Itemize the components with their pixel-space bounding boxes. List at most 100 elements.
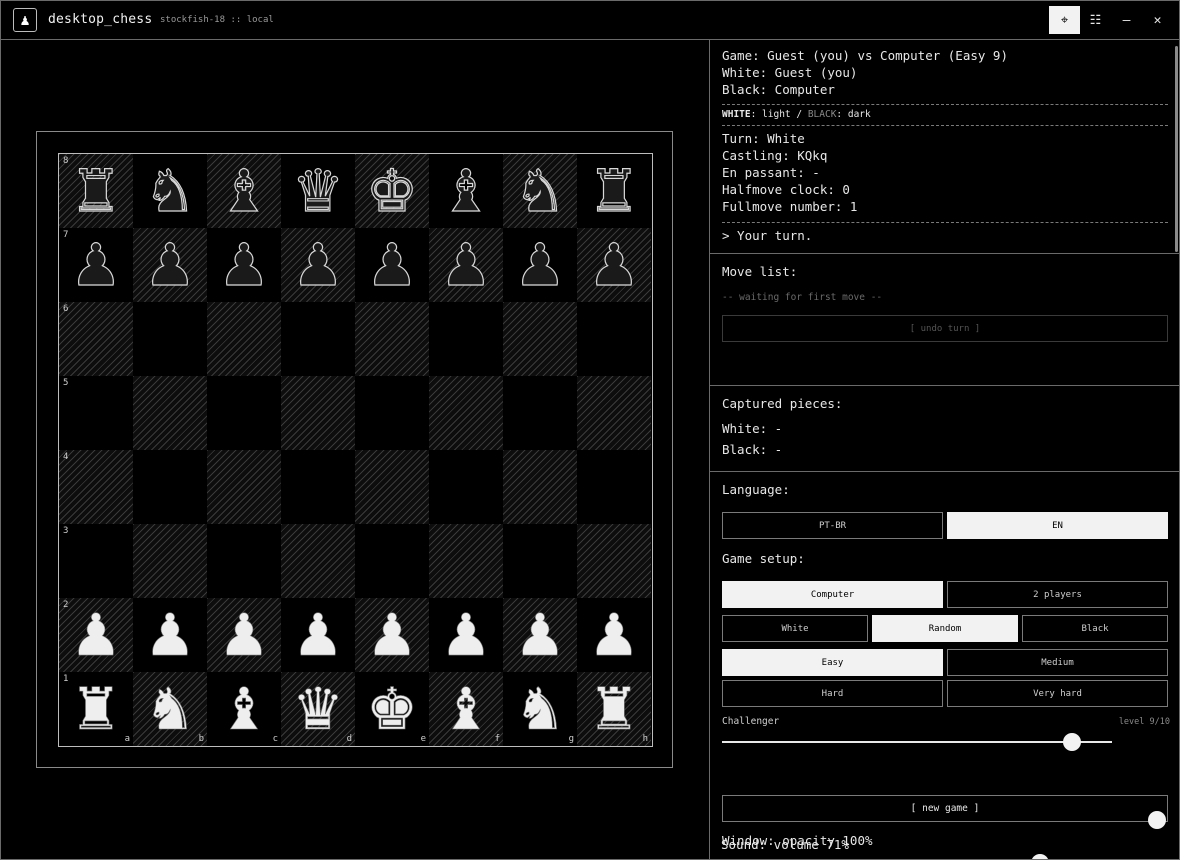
white-rook-piece[interactable]: ♜ bbox=[70, 680, 123, 739]
square-c6[interactable] bbox=[207, 302, 281, 376]
white-knight-piece[interactable]: ♞ bbox=[144, 680, 197, 739]
black-knight-piece[interactable]: ♞ bbox=[513, 161, 566, 220]
square-d6[interactable] bbox=[281, 302, 355, 376]
undo-turn-button[interactable]: [ undo turn ] bbox=[722, 315, 1168, 342]
white-pawn-piece[interactable]: ♟ bbox=[440, 606, 493, 665]
square-h4[interactable] bbox=[577, 450, 651, 524]
black-knight-piece[interactable]: ♞ bbox=[143, 161, 196, 220]
close-button[interactable]: ✕ bbox=[1142, 6, 1173, 34]
square-b7[interactable]: ♟ bbox=[133, 228, 207, 302]
menu-button[interactable]: ☷ bbox=[1080, 6, 1111, 34]
black-pawn-piece[interactable]: ♟ bbox=[217, 235, 270, 294]
white-knight-piece[interactable]: ♞ bbox=[514, 680, 567, 739]
minimize-button[interactable]: – bbox=[1111, 6, 1142, 34]
square-h7[interactable]: ♟ bbox=[577, 228, 651, 302]
opponent-computer-button[interactable]: Computer bbox=[722, 581, 943, 608]
side-black-button[interactable]: Black bbox=[1022, 615, 1168, 642]
black-queen-piece[interactable]: ♛ bbox=[291, 161, 344, 220]
white-pawn-piece[interactable]: ♟ bbox=[514, 606, 567, 665]
square-f1[interactable]: f ♝ bbox=[429, 672, 503, 746]
square-h8[interactable]: ♜ bbox=[577, 154, 651, 228]
square-h3[interactable] bbox=[577, 524, 651, 598]
square-a2[interactable]: 2 ♟ bbox=[59, 598, 133, 672]
black-pawn-piece[interactable]: ♟ bbox=[513, 235, 566, 294]
square-g3[interactable] bbox=[503, 524, 577, 598]
black-pawn-piece[interactable]: ♟ bbox=[587, 235, 640, 294]
level-slider-thumb[interactable] bbox=[1063, 733, 1081, 751]
square-e6[interactable] bbox=[355, 302, 429, 376]
square-b6[interactable] bbox=[133, 302, 207, 376]
square-g6[interactable] bbox=[503, 302, 577, 376]
white-pawn-piece[interactable]: ♟ bbox=[144, 606, 197, 665]
language-en-button[interactable]: EN bbox=[947, 512, 1168, 539]
square-c8[interactable]: ♝ bbox=[207, 154, 281, 228]
square-e3[interactable] bbox=[355, 524, 429, 598]
black-pawn-piece[interactable]: ♟ bbox=[365, 235, 418, 294]
white-queen-piece[interactable]: ♛ bbox=[292, 680, 345, 739]
square-d3[interactable] bbox=[281, 524, 355, 598]
black-pawn-piece[interactable]: ♟ bbox=[69, 235, 122, 294]
square-e8[interactable]: ♚ bbox=[355, 154, 429, 228]
square-e5[interactable] bbox=[355, 376, 429, 450]
square-f6[interactable] bbox=[429, 302, 503, 376]
square-e2[interactable]: ♟ bbox=[355, 598, 429, 672]
square-b4[interactable] bbox=[133, 450, 207, 524]
level-slider-track[interactable] bbox=[722, 741, 1112, 743]
square-g7[interactable]: ♟ bbox=[503, 228, 577, 302]
square-f2[interactable]: ♟ bbox=[429, 598, 503, 672]
difficulty-hard-button[interactable]: Hard bbox=[722, 680, 943, 707]
side-random-button[interactable]: Random bbox=[872, 615, 1018, 642]
square-a5[interactable]: 5 bbox=[59, 376, 133, 450]
panel-scrollbar[interactable] bbox=[1175, 46, 1178, 252]
white-pawn-piece[interactable]: ♟ bbox=[218, 606, 271, 665]
square-e4[interactable] bbox=[355, 450, 429, 524]
square-b8[interactable]: ♞ bbox=[133, 154, 207, 228]
chess-board[interactable]: 8 ♜ ♞ ♝ ♛ ♚ ♝ ♞ ♜ 7 ♟ ♟ ♟ ♟ ♟ ♟ ♟ ♟ 6 5 4 3 2 ♟ ♟ ♟ ♟ ♟ ♟ ♟ ♟ 1 a ♜ b ♞ c ♝ d ♛… bbox=[58, 153, 653, 747]
white-rook-piece[interactable]: ♜ bbox=[588, 680, 641, 739]
square-c3[interactable] bbox=[207, 524, 281, 598]
square-f5[interactable] bbox=[429, 376, 503, 450]
title-bar[interactable]: ♟ desktop_chess stockfish-18 :: local ⌖ … bbox=[1, 1, 1179, 40]
black-bishop-piece[interactable]: ♝ bbox=[439, 161, 492, 220]
black-king-piece[interactable]: ♚ bbox=[365, 161, 418, 220]
square-c2[interactable]: ♟ bbox=[207, 598, 281, 672]
square-d5[interactable] bbox=[281, 376, 355, 450]
black-pawn-piece[interactable]: ♟ bbox=[291, 235, 344, 294]
square-d2[interactable]: ♟ bbox=[281, 598, 355, 672]
black-bishop-piece[interactable]: ♝ bbox=[217, 161, 270, 220]
square-a6[interactable]: 6 bbox=[59, 302, 133, 376]
square-c4[interactable] bbox=[207, 450, 281, 524]
square-d8[interactable]: ♛ bbox=[281, 154, 355, 228]
square-a7[interactable]: 7 ♟ bbox=[59, 228, 133, 302]
side-white-button[interactable]: White bbox=[722, 615, 868, 642]
opacity-slider-thumb[interactable] bbox=[1148, 811, 1166, 829]
square-a4[interactable]: 4 bbox=[59, 450, 133, 524]
black-rook-piece[interactable]: ♜ bbox=[69, 161, 122, 220]
square-g2[interactable]: ♟ bbox=[503, 598, 577, 672]
square-e7[interactable]: ♟ bbox=[355, 228, 429, 302]
drag-move-button[interactable]: ⌖ bbox=[1049, 6, 1080, 34]
square-c5[interactable] bbox=[207, 376, 281, 450]
white-king-piece[interactable]: ♚ bbox=[366, 680, 419, 739]
square-h1[interactable]: h ♜ bbox=[577, 672, 651, 746]
square-a8[interactable]: 8 ♜ bbox=[59, 154, 133, 228]
square-g1[interactable]: g ♞ bbox=[503, 672, 577, 746]
square-b3[interactable] bbox=[133, 524, 207, 598]
black-rook-piece[interactable]: ♜ bbox=[587, 161, 640, 220]
square-a1[interactable]: 1 a ♜ bbox=[59, 672, 133, 746]
white-pawn-piece[interactable]: ♟ bbox=[588, 606, 641, 665]
square-d1[interactable]: d ♛ bbox=[281, 672, 355, 746]
square-a3[interactable]: 3 bbox=[59, 524, 133, 598]
square-e1[interactable]: e ♚ bbox=[355, 672, 429, 746]
black-pawn-piece[interactable]: ♟ bbox=[439, 235, 492, 294]
square-b5[interactable] bbox=[133, 376, 207, 450]
square-g8[interactable]: ♞ bbox=[503, 154, 577, 228]
square-b1[interactable]: b ♞ bbox=[133, 672, 207, 746]
difficulty-very-hard-button[interactable]: Very hard bbox=[947, 680, 1168, 707]
square-h2[interactable]: ♟ bbox=[577, 598, 651, 672]
opponent-2players-button[interactable]: 2 players bbox=[947, 581, 1168, 608]
white-bishop-piece[interactable]: ♝ bbox=[440, 680, 493, 739]
black-pawn-piece[interactable]: ♟ bbox=[143, 235, 196, 294]
square-b2[interactable]: ♟ bbox=[133, 598, 207, 672]
square-f7[interactable]: ♟ bbox=[429, 228, 503, 302]
